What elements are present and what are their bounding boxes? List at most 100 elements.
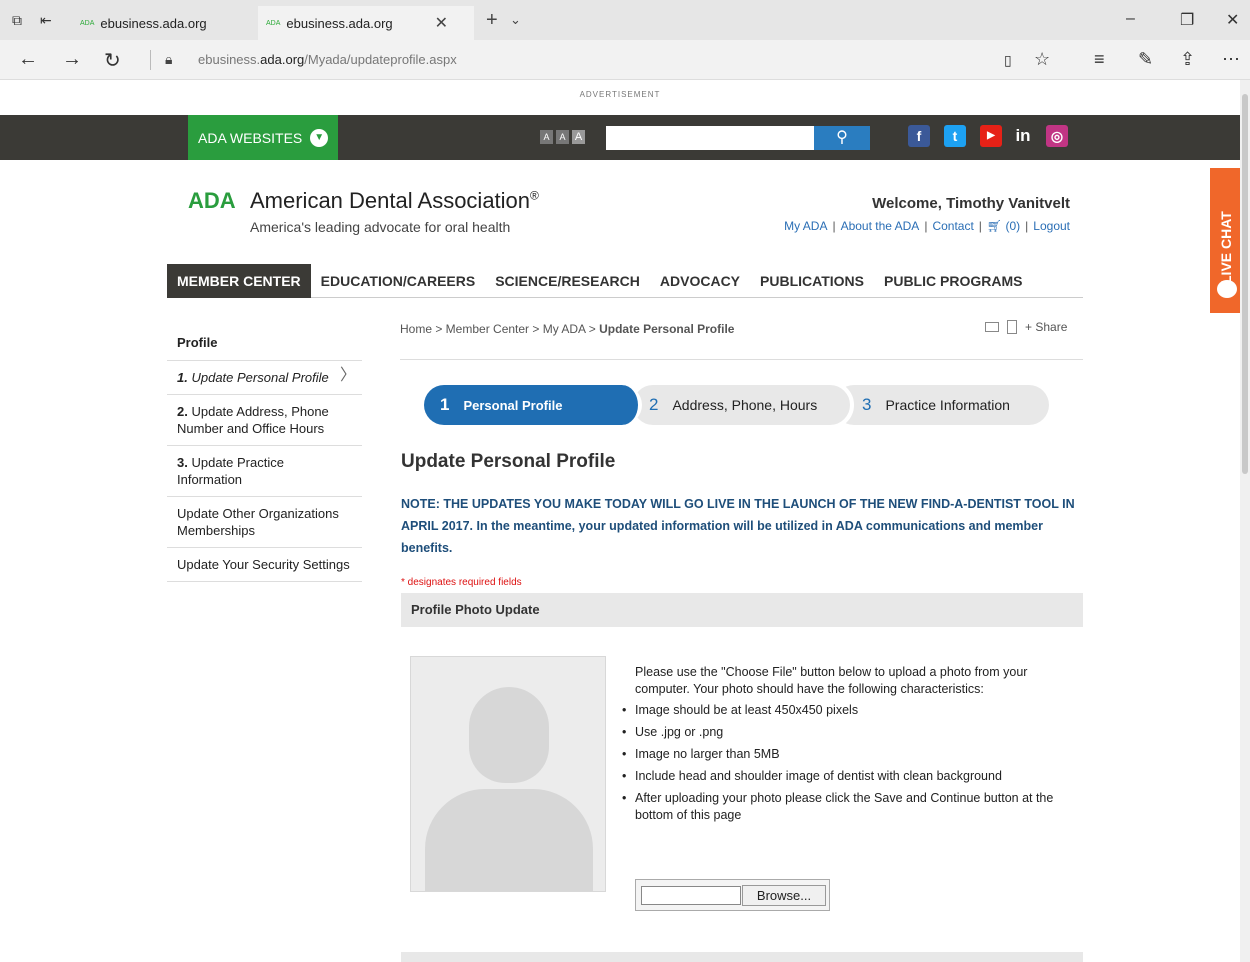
cart-count-link[interactable]: (0) <box>1006 219 1021 233</box>
nav-education-careers[interactable]: EDUCATION/CAREERS <box>311 264 486 298</box>
cart-icon[interactable]: 🛒︎ <box>987 219 1002 233</box>
divider <box>400 359 1083 360</box>
list-item: After uploading your photo please click … <box>622 790 1072 824</box>
photo-file-input: Browse... <box>635 879 830 911</box>
main-navigation: MEMBER CENTER EDUCATION/CAREERS SCIENCE/… <box>167 264 1083 298</box>
logout-link[interactable]: Logout <box>1033 219 1070 233</box>
linkedin-icon[interactable]: in <box>1012 125 1034 147</box>
lock-icon: 🔒︎ <box>165 51 173 67</box>
favorite-star-icon[interactable]: ☆ <box>1034 49 1050 70</box>
section-heading: Profile Photo Update <box>401 593 1083 627</box>
tab-favicon: ADA <box>80 19 95 27</box>
nav-advocacy[interactable]: ADVOCACY <box>650 264 750 298</box>
instagram-icon[interactable]: ◎ <box>1046 125 1068 147</box>
file-path-field[interactable] <box>641 886 741 905</box>
step-practice-information[interactable]: 3 Practice Information <box>834 385 1049 425</box>
welcome-message: Welcome, Timothy Vanitvelt <box>872 195 1070 212</box>
share-link[interactable]: + Share <box>1025 320 1067 334</box>
required-fields-note: * designates required fields <box>401 577 522 588</box>
list-item: Include head and shoulder image of denti… <box>622 768 1072 785</box>
sidebar-menu: 1. Update Personal Profile 〉 2. Update A… <box>167 360 362 582</box>
update-note: NOTE: THE UPDATES YOU MAKE TODAY WILL GO… <box>401 497 1075 555</box>
chevron-down-icon: ▼ <box>310 128 329 147</box>
photo-requirements-list: Image should be at least 450x450 pixels … <box>622 702 1072 829</box>
live-chat-label: LIVE CHAT <box>1218 211 1234 284</box>
share-icon[interactable]: ⇪ <box>1180 49 1195 70</box>
facebook-icon[interactable]: f <box>908 125 930 147</box>
next-section-heading <box>401 952 1083 962</box>
ada-logo-abbr[interactable]: ADA <box>188 188 236 214</box>
avatar-head-shape <box>469 687 549 783</box>
twitter-icon[interactable]: t <box>944 125 966 147</box>
photo-instructions: Please use the "Choose File" button belo… <box>635 665 1028 696</box>
about-ada-link[interactable]: About the ADA <box>841 219 920 233</box>
more-icon[interactable]: ⋯ <box>1222 49 1240 70</box>
new-tab-icon[interactable]: + <box>486 9 498 32</box>
nav-publications[interactable]: PUBLICATIONS <box>750 264 874 298</box>
forward-icon[interactable]: → <box>62 48 82 71</box>
refresh-icon[interactable]: ↻ <box>104 48 121 73</box>
url-field[interactable]: ebusiness.ada.org/Myada/updateprofile.as… <box>198 52 457 67</box>
hub-icon[interactable]: ≡ <box>1094 49 1105 70</box>
progress-steps: 3 Practice Information 2 Address, Phone, H… <box>424 381 1049 429</box>
ada-logo-name[interactable]: American Dental Association® <box>250 188 539 214</box>
list-item: Use .jpg or .png <box>622 724 1072 741</box>
web-page: ADVERTISEMENT ADA WEBSITES ▼ A A A ⚲ f t… <box>0 80 1240 962</box>
sidebar-item-update-practice[interactable]: 3. Update Practice Information <box>167 446 362 497</box>
step-personal-profile[interactable]: 1 Personal Profile <box>424 385 642 425</box>
browser-tab-bar: ⧉ ⇤ ADA ebusiness.ada.org ADA ebusiness.… <box>0 0 1250 40</box>
site-search-input[interactable] <box>606 126 814 150</box>
nav-science-research[interactable]: SCIENCE/RESEARCH <box>485 264 650 298</box>
reading-view-icon[interactable]: ▯ <box>1004 52 1012 69</box>
print-icon[interactable] <box>1007 320 1017 334</box>
advertisement-label: ADVERTISEMENT <box>579 90 661 99</box>
web-note-icon[interactable]: ✎ <box>1138 49 1153 70</box>
font-size-large-button[interactable]: A <box>572 130 585 144</box>
nav-member-center[interactable]: MEMBER CENTER <box>167 264 311 298</box>
font-size-medium-button[interactable]: A <box>556 130 569 144</box>
step-address-phone-hours[interactable]: 2 Address, Phone, Hours <box>629 381 854 429</box>
restore-icon[interactable]: ❐ <box>1180 10 1194 30</box>
browser-tab[interactable]: ADA ebusiness.ada.org <box>72 6 254 40</box>
sidebar-item-other-organizations[interactable]: Update Other Organizations Memberships <box>167 497 362 548</box>
my-ada-link[interactable]: My ADA <box>784 219 827 233</box>
address-bar: ← → ↻ 🔒︎ ebusiness.ada.org/Myada/updatep… <box>0 40 1250 80</box>
tab-preview-chevron-icon[interactable]: ⌄ <box>510 12 521 28</box>
avatar-body-shape <box>425 789 593 891</box>
ada-websites-button[interactable]: ADA WEBSITES ▼ <box>188 115 338 160</box>
page-scrollbar[interactable] <box>1240 80 1250 962</box>
font-size-controls: A A A <box>540 130 585 144</box>
youtube-icon[interactable]: ▶ <box>980 125 1002 147</box>
site-top-bar: ADA WEBSITES ▼ A A A ⚲ f t ▶ in ◎ <box>0 115 1240 160</box>
email-icon[interactable] <box>985 322 999 332</box>
back-icon[interactable]: ← <box>18 48 38 71</box>
tab-favicon: ADA <box>266 19 281 27</box>
tab-title: ebusiness.ada.org <box>100 15 207 31</box>
breadcrumb-trail[interactable]: Home > Member Center > My ADA > <box>400 322 599 336</box>
sidebar-item-security-settings[interactable]: Update Your Security Settings <box>167 548 362 582</box>
page-title: Update Personal Profile <box>401 451 616 472</box>
live-chat-button[interactable]: LIVE CHAT <box>1210 168 1240 313</box>
tab-manager-icon[interactable]: ⧉ <box>12 12 22 29</box>
close-window-icon[interactable]: ✕ <box>1226 10 1239 30</box>
sidebar-item-update-personal-profile[interactable]: 1. Update Personal Profile 〉 <box>167 361 362 395</box>
sidebar-item-update-address[interactable]: 2. Update Address, Phone Number and Offi… <box>167 395 362 446</box>
tab-title: ebusiness.ada.org <box>286 15 393 31</box>
close-tab-icon[interactable]: ✕ <box>435 13 448 33</box>
contact-link[interactable]: Contact <box>932 219 973 233</box>
minimize-icon[interactable]: – <box>1126 10 1135 28</box>
browse-button[interactable]: Browse... <box>742 885 826 906</box>
search-button[interactable]: ⚲ <box>814 126 870 150</box>
breadcrumb-current: Update Personal Profile <box>599 322 735 336</box>
nav-public-programs[interactable]: PUBLIC PROGRAMS <box>874 264 1032 298</box>
browser-tab-active[interactable]: ADA ebusiness.ada.org ✕ <box>258 6 474 40</box>
font-size-small-button[interactable]: A <box>540 130 553 144</box>
list-item: Image no larger than 5MB <box>622 746 1072 763</box>
account-links: My ADA | About the ADA | Contact | 🛒︎ (0) | Logo… <box>784 219 1070 233</box>
page-tools: + Share <box>985 320 1067 334</box>
chat-bubble-icon <box>1217 280 1237 298</box>
search-icon: ⚲ <box>836 129 848 146</box>
list-item: Image should be at least 450x450 pixels <box>622 702 1072 719</box>
set-aside-tabs-icon[interactable]: ⇤ <box>40 12 52 29</box>
scrollbar-thumb[interactable] <box>1242 94 1248 474</box>
